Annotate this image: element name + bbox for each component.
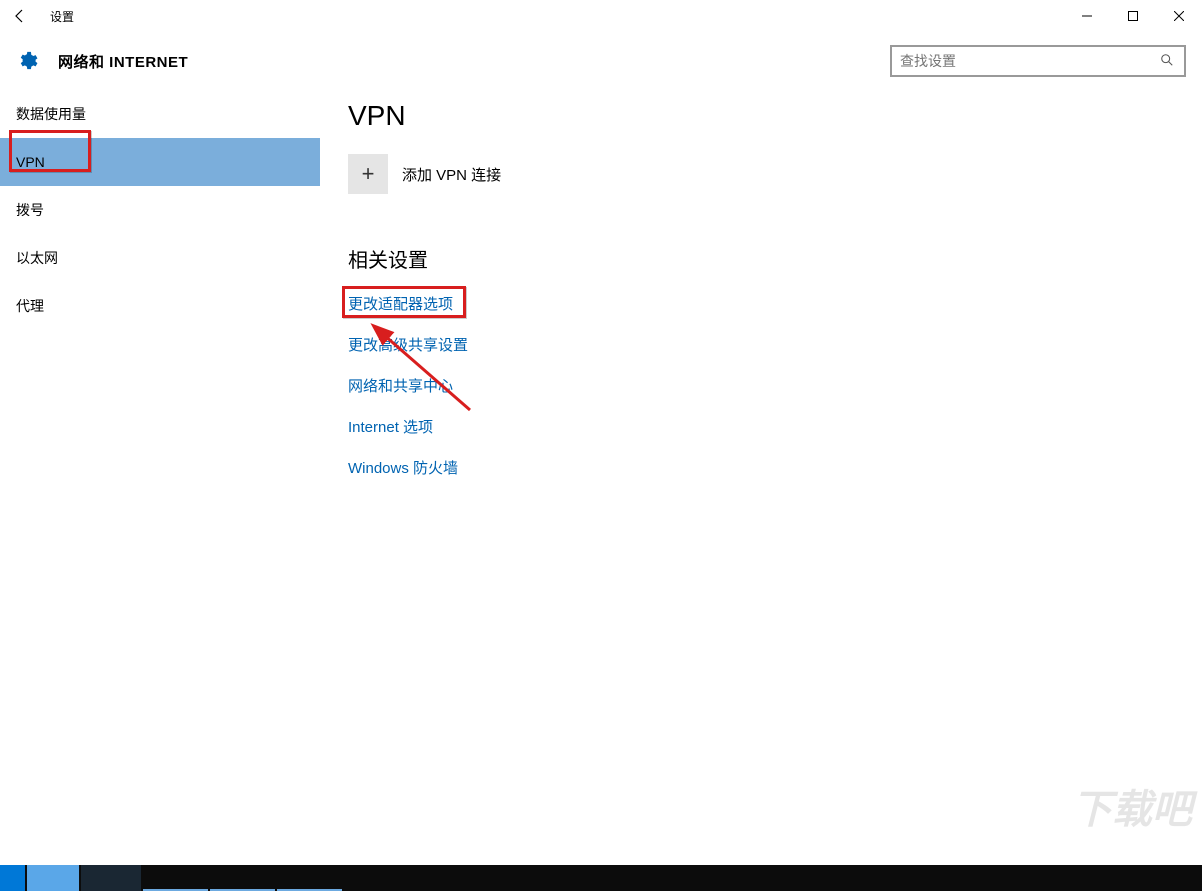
page-title: VPN [348,100,1174,132]
sidebar-item-label: VPN [16,154,45,170]
sidebar-item-label: 代理 [16,296,44,316]
taskbar-item[interactable] [27,865,79,891]
link-internet-options[interactable]: Internet 选项 [348,416,433,437]
link-windows-firewall[interactable]: Windows 防火墙 [348,457,458,478]
titlebar-left: 设置 [0,0,74,32]
titlebar: 设置 [0,0,1202,32]
taskbar-item[interactable] [210,865,275,891]
maximize-button[interactable] [1110,0,1156,32]
search-input[interactable] [900,53,1160,69]
sidebar-item-ethernet[interactable]: 以太网 [0,234,320,282]
sidebar-item-proxy[interactable]: 代理 [0,282,320,330]
taskbar[interactable] [0,865,1202,891]
sidebar-item-label: 拨号 [16,200,44,220]
settings-window: 设置 网络和 INTERNET [0,0,1202,865]
minimize-button[interactable] [1064,0,1110,32]
search-box[interactable] [890,45,1186,77]
header-row: 网络和 INTERNET [0,32,1202,90]
window-controls [1064,0,1202,32]
sidebar-item-data-usage[interactable]: 数据使用量 [0,90,320,138]
taskbar-item[interactable] [81,865,141,891]
gear-icon [16,50,38,72]
sidebar-item-label: 以太网 [16,248,58,268]
close-button[interactable] [1156,0,1202,32]
taskbar-item[interactable] [143,865,208,891]
sidebar-item-label: 数据使用量 [16,104,86,124]
link-advanced-sharing[interactable]: 更改高级共享设置 [348,334,468,355]
sidebar-item-dialup[interactable]: 拨号 [0,186,320,234]
main-content: VPN + 添加 VPN 连接 相关设置 更改适配器选项 更改高级共享设置 网络… [320,90,1202,865]
sidebar-item-vpn[interactable]: VPN [0,138,320,186]
link-network-sharing-center[interactable]: 网络和共享中心 [348,375,453,396]
section-title: 网络和 INTERNET [58,51,188,72]
search-icon [1160,53,1176,69]
link-adapter-options[interactable]: 更改适配器选项 [348,293,453,314]
add-vpn-label: 添加 VPN 连接 [402,164,501,185]
back-button[interactable] [0,0,40,32]
taskbar-item[interactable] [277,865,342,891]
related-settings-title: 相关设置 [348,244,1174,273]
taskbar-start[interactable] [0,865,25,891]
plus-icon: + [348,154,388,194]
add-vpn-row[interactable]: + 添加 VPN 连接 [348,154,1174,194]
window-title: 设置 [40,8,74,25]
sidebar: 数据使用量 VPN 拨号 以太网 代理 [0,90,320,865]
body-area: 数据使用量 VPN 拨号 以太网 代理 VPN + 添加 VPN 连接 相关设置… [0,90,1202,865]
